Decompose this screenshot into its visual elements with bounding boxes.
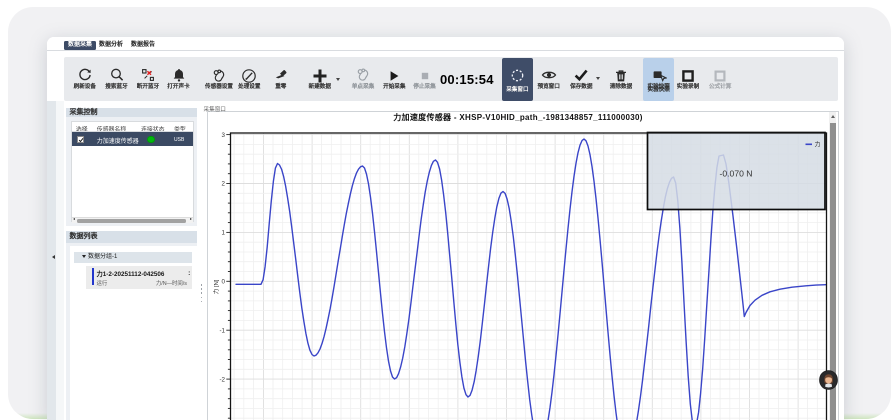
svg-text:2: 2 [222, 181, 226, 188]
svg-text:力 [N]: 力 [N] [212, 279, 220, 294]
svg-text:3: 3 [222, 132, 226, 139]
svg-text:力: 力 [815, 141, 821, 149]
svg-text:-1: -1 [219, 327, 225, 334]
svg-text:-0.070 N: -0.070 N [720, 169, 753, 179]
svg-text:0: 0 [222, 279, 226, 286]
svg-text:1: 1 [222, 230, 226, 237]
svg-text:力加速度传感器 - XHSP-V10HID_path_-19: 力加速度传感器 - XHSP-V10HID_path_-1981348857_1… [393, 112, 643, 122]
svg-text:-2: -2 [219, 376, 225, 383]
